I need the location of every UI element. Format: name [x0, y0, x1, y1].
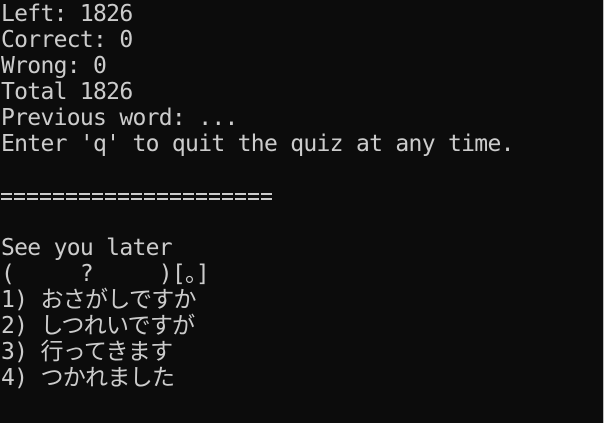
console-output: Left: 1826 Correct: 0 Wrong: 0 Total 182…	[1, 1, 514, 391]
separator-line	[1, 183, 514, 209]
option-4: 4) つかれました	[1, 365, 175, 391]
total-count: Total 1826	[1, 79, 133, 105]
option-2: 2) しつれいですが	[1, 313, 195, 339]
console-window[interactable]: Left: 1826 Correct: 0 Wrong: 0 Total 182…	[0, 0, 604, 423]
quiz-prompt: See you later	[1, 235, 173, 261]
left-count: Left: 1826	[1, 1, 133, 27]
separator-rule	[1, 189, 273, 203]
option-1: 1) おさがしですか	[1, 287, 197, 313]
previous-word: Previous word: ...	[1, 105, 238, 131]
quiz-hint: ( ? )[。]	[1, 261, 210, 287]
quit-hint: Enter 'q' to quit the quiz at any time.	[1, 131, 514, 157]
option-3: 3) 行ってきます	[1, 339, 173, 365]
wrong-count: Wrong: 0	[1, 53, 107, 79]
correct-count: Correct: 0	[1, 27, 133, 53]
